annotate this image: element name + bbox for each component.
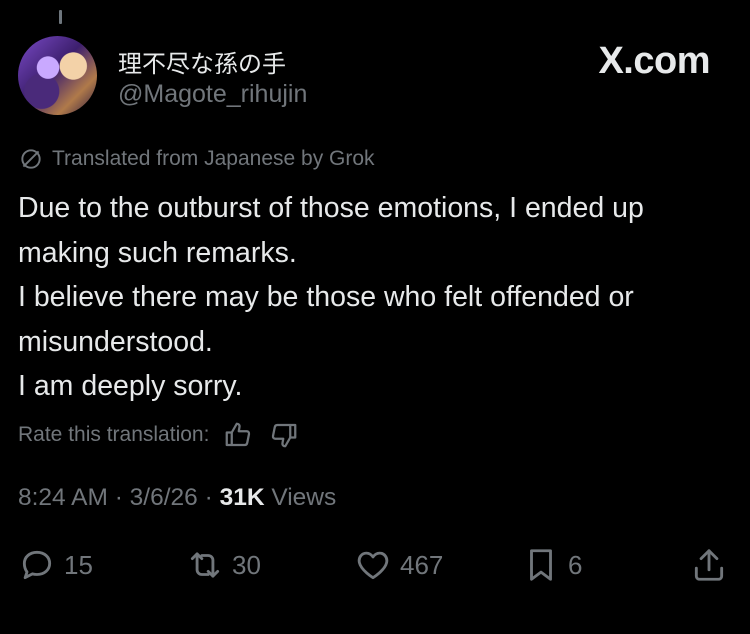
reply-button[interactable]: 15 [18, 546, 93, 584]
views-count: 31K [219, 484, 265, 511]
tweet-time[interactable]: 8:24 AM [18, 484, 108, 511]
heart-icon [357, 551, 389, 580]
author-display-name[interactable]: 理不尽な孫の手 [118, 44, 286, 79]
grok-icon [21, 149, 41, 169]
thumbs-down-icon [272, 423, 297, 448]
rate-translation-label: Rate this translation: [18, 423, 210, 446]
repost-count: 30 [232, 549, 261, 580]
thread-connector [59, 10, 62, 24]
meta-separator: · [204, 484, 220, 511]
thumbs-up-icon [226, 422, 251, 447]
translation-notice: Translated from Japanese by Grok [18, 146, 375, 172]
tweet-date[interactable]: 3/6/26 [130, 484, 198, 511]
like-count: 467 [400, 549, 444, 580]
tweet-line: I believe there may be those who felt of… [18, 281, 634, 358]
thumbs-up-button[interactable] [221, 418, 255, 452]
share-button[interactable] [690, 546, 728, 584]
avatar[interactable] [18, 36, 97, 115]
bookmark-icon [530, 549, 552, 581]
views-label: Views [271, 484, 337, 511]
bookmark-button[interactable]: 6 [522, 546, 582, 584]
thumbs-down-button[interactable] [267, 418, 301, 452]
share-icon [694, 549, 724, 581]
meta-separator: · [114, 484, 130, 511]
action-bar: 15 30 467 6 [18, 546, 730, 590]
rate-translation: Rate this translation: [18, 418, 301, 452]
reply-count: 15 [64, 549, 93, 580]
bookmark-count: 6 [568, 549, 583, 580]
repost-button[interactable]: 30 [186, 546, 261, 584]
brand-logo: X.com [598, 40, 710, 82]
tweet-text: Due to the outburst of those emotions, I… [18, 186, 734, 409]
translation-notice-text: Translated from Japanese by Grok [52, 147, 375, 170]
author-handle[interactable]: @Magote_rihujin [118, 80, 307, 109]
tweet-line: Due to the outburst of those emotions, I… [18, 192, 644, 269]
tweet-meta: 8:24 AM · 3/6/26 · 31K Views [18, 484, 336, 512]
repost-icon [190, 552, 220, 578]
reply-icon [22, 550, 52, 580]
like-button[interactable]: 467 [354, 546, 443, 584]
tweet-line: I am deeply sorry. [18, 370, 243, 402]
